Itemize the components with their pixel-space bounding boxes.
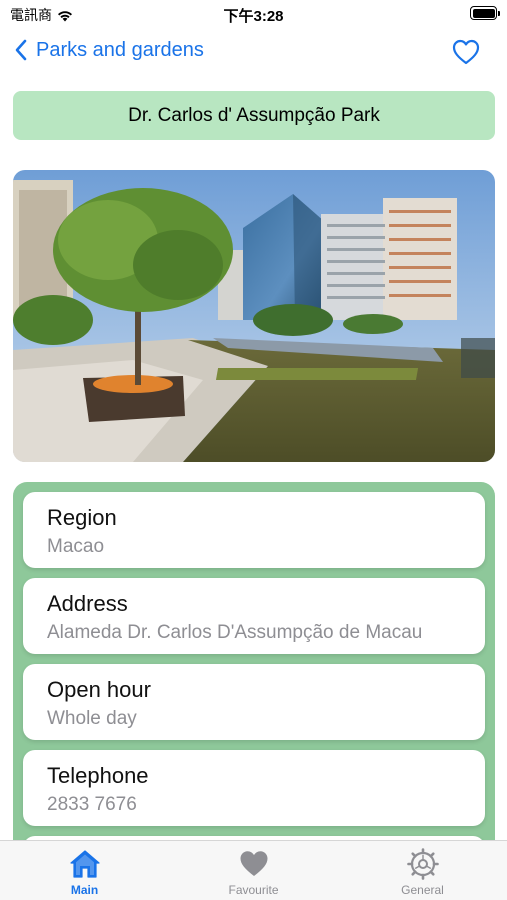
chevron-left-icon	[15, 39, 27, 61]
tab-favourite[interactable]: Favourite	[169, 841, 338, 900]
open-hour-label: Open hour	[47, 677, 151, 702]
park-details-panel: Region Macao Address Alameda Dr. Carlos …	[13, 482, 495, 862]
back-button[interactable]: Parks and gardens	[14, 38, 204, 62]
region-label: Region	[47, 505, 117, 530]
telephone-card[interactable]: Telephone 2833 7676	[23, 750, 485, 826]
region-value: Macao	[47, 536, 105, 557]
navigation-bar: Parks and gardens	[0, 30, 507, 74]
heart-icon	[240, 851, 267, 876]
telephone-value[interactable]: 2833 7676	[47, 792, 485, 818]
park-photo	[13, 170, 495, 462]
house-icon	[69, 850, 100, 878]
region-card: Region Macao	[23, 492, 485, 568]
park-title-card: Dr. Carlos d' Assumpção Park	[13, 91, 495, 140]
gear-icon	[406, 848, 439, 880]
tab-main[interactable]: Main	[0, 841, 169, 900]
favourite-button[interactable]	[451, 38, 481, 66]
tab-bar: Main Favourite General	[0, 840, 507, 900]
tab-main-label: Main	[70, 883, 99, 897]
tab-general-label: General	[401, 883, 444, 897]
open-hour-value: Whole day	[47, 708, 137, 729]
status-time: 下午3:28	[223, 8, 284, 25]
address-card: Address Alameda Dr. Carlos D'Assumpção d…	[23, 578, 485, 654]
park-title: Dr. Carlos d' Assumpção Park	[128, 104, 380, 126]
status-bar: 電訊商 下午3:28	[0, 0, 507, 28]
battery-icon	[470, 6, 500, 20]
address-label: Address	[47, 591, 128, 616]
telephone-label: Telephone	[47, 763, 149, 788]
address-value: Alameda Dr. Carlos D'Assumpção de Macau	[47, 622, 423, 643]
tab-general[interactable]: General	[338, 841, 507, 900]
open-hour-card: Open hour Whole day	[23, 664, 485, 740]
heart-outline-icon	[452, 39, 480, 65]
tab-favourite-label: Favourite	[228, 883, 279, 897]
back-button-label: Parks and gardens	[36, 38, 204, 61]
